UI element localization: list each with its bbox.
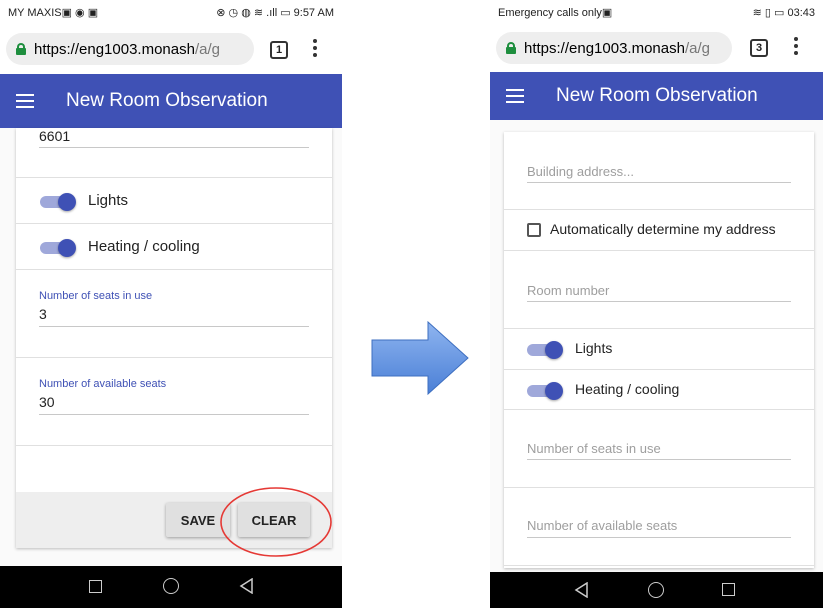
url-bar[interactable]: https://eng1003.monash/a/g (496, 32, 732, 64)
back-icon[interactable] (574, 582, 590, 598)
tab-switcher-button[interactable]: 3 (750, 39, 768, 57)
lights-row: Lights (16, 178, 332, 224)
room-number-row: Room number (504, 251, 814, 329)
status-carrier: MY MAXIS▣ ◉ ▣ (8, 6, 99, 19)
back-icon[interactable] (239, 578, 255, 594)
home-icon[interactable] (163, 578, 179, 594)
room-number-underline (39, 147, 309, 148)
lights-label: Lights (575, 340, 613, 356)
building-address-row: Building address... (504, 132, 814, 210)
right-arrow-icon (371, 320, 469, 396)
status-icons-time: ⊗ ◷ ◍ ≋ .ıll ▭ 9:57 AM (216, 6, 334, 19)
app-bar: New Room Observation (0, 74, 342, 128)
url-path: /a/g (684, 39, 710, 57)
heating-cooling-toggle[interactable] (40, 239, 76, 257)
right-phone-screenshot: Emergency calls only▣ ≋ ▯ ▭ 03:43 https:… (490, 0, 823, 608)
heating-cooling-toggle[interactable] (527, 382, 563, 400)
lights-toggle[interactable] (527, 341, 563, 359)
seats-in-use-underline (39, 326, 309, 327)
url-path: /a/g (194, 40, 220, 58)
status-carrier: Emergency calls only▣ (498, 6, 613, 19)
room-number-input[interactable]: Room number (527, 283, 609, 298)
available-seats-row: Number of available seats 30 (16, 358, 332, 446)
hamburger-menu-icon[interactable] (506, 89, 524, 103)
url-bar[interactable]: https://eng1003.monash/a/g (6, 33, 254, 65)
hamburger-menu-icon[interactable] (16, 94, 34, 108)
seats-in-use-row: Number of seats in use (504, 410, 814, 488)
lights-label: Lights (88, 192, 129, 209)
app-bar: New Room Observation (490, 72, 823, 120)
auto-address-checkbox[interactable] (527, 223, 541, 237)
browser-toolbar: https://eng1003.monash/a/g 1 (0, 24, 342, 74)
android-nav-bar (0, 566, 342, 608)
page-title: New Room Observation (66, 90, 268, 111)
room-number-underline (527, 301, 791, 302)
android-nav-bar (490, 572, 823, 608)
heating-cooling-label: Heating / cooling (575, 381, 680, 397)
more-menu-icon[interactable] (313, 39, 317, 57)
available-seats-row: Number of available seats (504, 488, 814, 566)
lights-toggle[interactable] (40, 193, 76, 211)
available-seats-input[interactable]: 30 (39, 394, 55, 410)
recents-icon[interactable] (89, 580, 102, 593)
lock-icon (16, 43, 26, 55)
seats-in-use-input[interactable]: Number of seats in use (527, 441, 661, 456)
recents-icon[interactable] (722, 583, 735, 596)
url-host: https://eng1003.monash (34, 40, 195, 58)
available-seats-label: Number of available seats (39, 378, 167, 390)
heating-row: Heating / cooling (16, 224, 332, 270)
room-number-row: 6601 (16, 128, 332, 178)
url-host: https://eng1003.monash (524, 39, 685, 57)
seats-in-use-label: Number of seats in use (39, 290, 153, 302)
auto-address-label: Automatically determine my address (550, 221, 776, 237)
available-seats-underline (527, 537, 791, 538)
seats-in-use-row: Number of seats in use 3 (16, 270, 332, 358)
clear-highlight-circle (220, 487, 332, 557)
heating-cooling-label: Heating / cooling (88, 238, 200, 255)
lights-row: Lights (504, 329, 814, 370)
status-bar: MY MAXIS▣ ◉ ▣ ⊗ ◷ ◍ ≋ .ıll ▭ 9:57 AM (0, 0, 342, 24)
status-icons-time: ≋ ▯ ▭ 03:43 (752, 6, 815, 19)
seats-in-use-input[interactable]: 3 (39, 306, 47, 322)
available-seats-input[interactable]: Number of available seats (527, 518, 677, 533)
building-address-underline (527, 182, 791, 183)
home-icon[interactable] (648, 582, 664, 598)
observation-form-card: Building address... Automatically determ… (504, 132, 814, 568)
available-seats-underline (39, 414, 309, 415)
tab-switcher-button[interactable]: 1 (270, 41, 288, 59)
room-number-value[interactable]: 6601 (39, 128, 70, 144)
seats-in-use-underline (527, 459, 791, 460)
page-title: New Room Observation (556, 85, 758, 106)
browser-toolbar: https://eng1003.monash/a/g 3 (490, 24, 823, 72)
heating-row: Heating / cooling (504, 370, 814, 410)
status-bar: Emergency calls only▣ ≋ ▯ ▭ 03:43 (490, 0, 823, 24)
lock-icon (506, 42, 516, 54)
auto-address-row: Automatically determine my address (504, 210, 814, 251)
building-address-input[interactable]: Building address... (527, 164, 634, 179)
more-menu-icon[interactable] (794, 37, 798, 55)
